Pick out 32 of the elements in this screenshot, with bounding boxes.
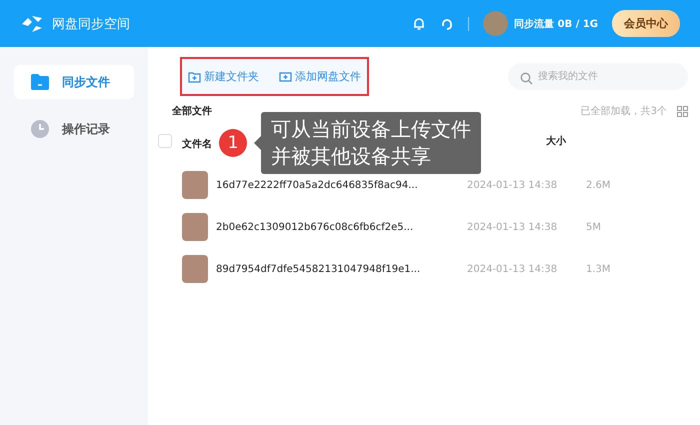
file-size: 2.6M — [586, 180, 612, 190]
vip-button[interactable]: 会员中心 — [612, 10, 680, 37]
sidebar-item[interactable]: 操作记录 — [14, 111, 134, 147]
load-status: 已全部加载，共3个 — [580, 104, 667, 118]
logo-icon — [20, 14, 44, 34]
search-field[interactable]: 搜索我的文件 — [508, 63, 688, 90]
list-title: 全部文件 — [172, 104, 212, 118]
file-size: 5M — [586, 222, 602, 232]
file-name[interactable]: 16d77e2222ff70a5a2dc646835f8ac94... — [216, 180, 467, 190]
clock-icon — [30, 119, 50, 139]
column-header: 大小 — [546, 134, 567, 148]
file-time: 2024-01-13 14:38 — [467, 222, 558, 232]
app-title: 网盘同步空间 — [52, 16, 130, 32]
file-time: 2024-01-13 14:38 — [467, 264, 558, 274]
file-size: 1.3M — [586, 264, 612, 274]
photo-placeholder — [182, 255, 208, 283]
quota-text: 同步流量 0B / 1G — [514, 17, 598, 30]
grid-view-icon[interactable] — [677, 106, 688, 116]
folder-plus-icon — [188, 70, 201, 82]
file-time: 2024-01-13 14:38 — [467, 180, 558, 190]
folder-icon — [30, 73, 50, 91]
column-header: 文件名 — [182, 138, 212, 150]
tooltip-text: 并被其他设备共享 — [271, 143, 432, 170]
file-name[interactable]: 2b0e62c1309012b676c08c6fb6cf2e5... — [216, 222, 467, 232]
select-all-checkbox[interactable] — [158, 134, 172, 148]
file-name[interactable]: 89d7954df7dfe54582131047948f19e1... — [216, 264, 467, 274]
bell-icon[interactable] — [412, 16, 426, 30]
photo-placeholder — [182, 213, 208, 241]
photo-placeholder — [182, 171, 208, 199]
sidebar-item[interactable]: 同步文件 — [14, 65, 134, 99]
step-badge: 1 — [219, 129, 247, 157]
tooltip-text: 可从当前设备上传文件 — [271, 116, 471, 143]
